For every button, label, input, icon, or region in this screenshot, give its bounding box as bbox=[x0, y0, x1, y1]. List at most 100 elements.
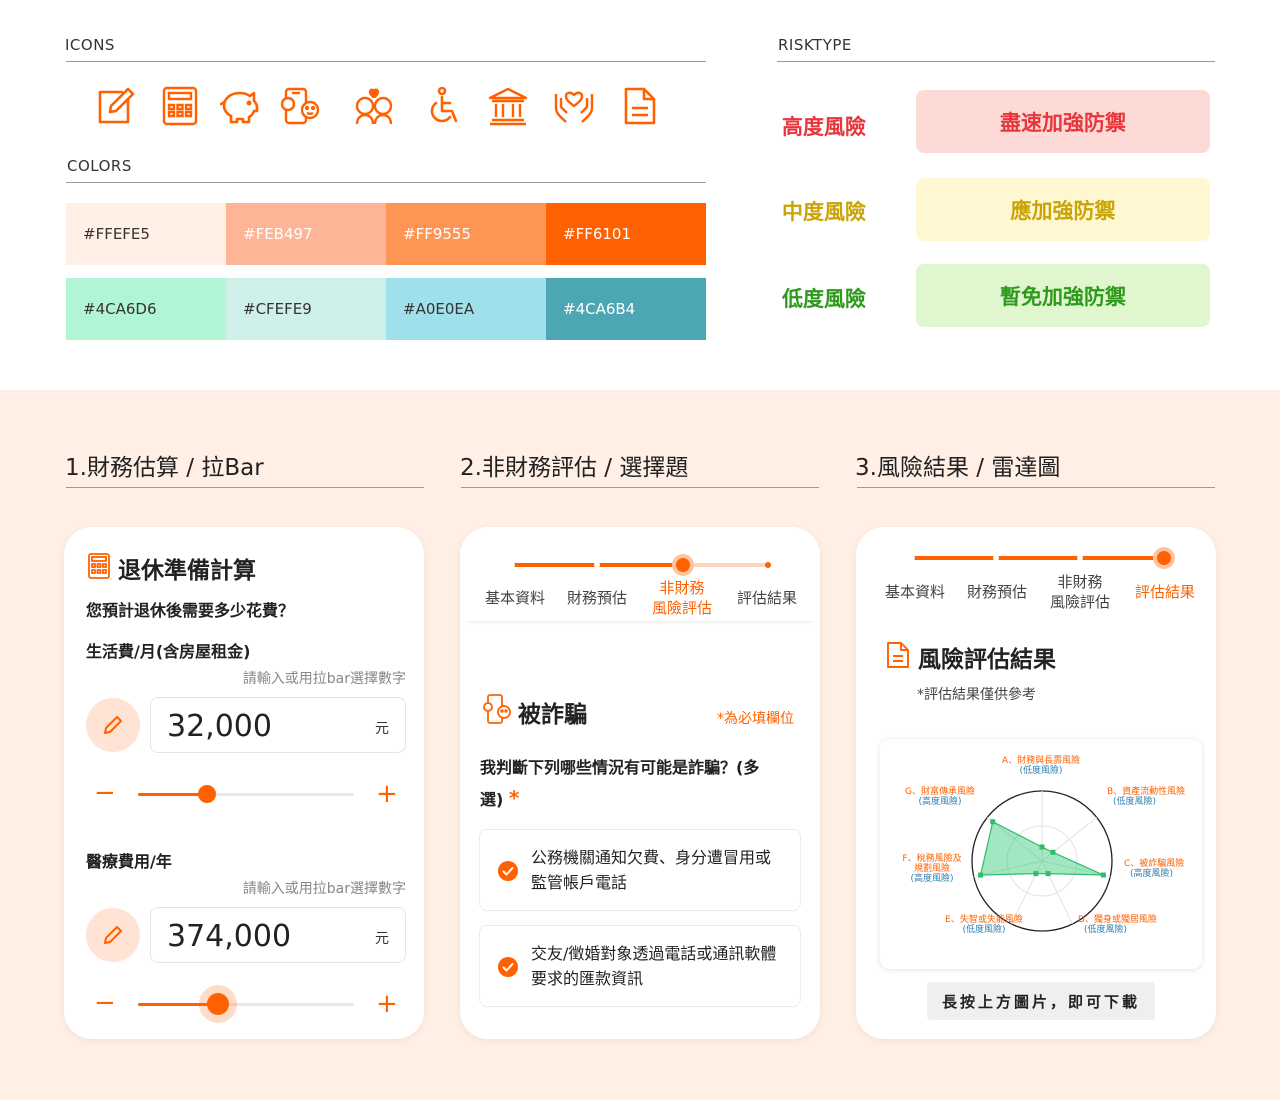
input-hint: 請輸入或用拉bar選擇數字 bbox=[242, 881, 406, 897]
living-cost-label: 生活費/月(含房屋租金) bbox=[86, 642, 251, 661]
radar-axis-label: C、被詐騙風險 bbox=[1124, 857, 1184, 869]
question-text: 您預計退休後需要多少花費？ bbox=[86, 601, 295, 620]
tab-financial[interactable]: 財務預估 bbox=[562, 588, 632, 608]
tab-result[interactable]: 評估結果 bbox=[732, 588, 802, 608]
radar-point bbox=[978, 872, 984, 878]
swatch-a0e0ea: #A0E0EA bbox=[386, 278, 546, 340]
icon-row bbox=[92, 84, 672, 132]
bank-icon bbox=[486, 84, 530, 128]
disclaimer-note: *評估結果僅供參考 bbox=[917, 687, 1036, 703]
medical-cost-input[interactable]: 374,000 元 bbox=[150, 907, 406, 963]
option-item[interactable]: 公務機關通知欠費、身分遭冒用或監管帳戶電話 bbox=[479, 829, 801, 911]
living-cost-value: 32,000 bbox=[167, 709, 272, 744]
radar-chart: A、財務與長壽風險(低度風險)B、資產流動性風險(低度風險)C、被詐騙風險(高度… bbox=[902, 754, 1185, 935]
icons-heading: ICONS bbox=[65, 36, 115, 54]
radar-axis-label: G、財富傳承風險 bbox=[905, 785, 975, 797]
card-title: 退休準備計算 bbox=[118, 558, 256, 584]
radar-axis-label: E、失智或失能風險 bbox=[945, 913, 1023, 925]
progress-bar bbox=[509, 558, 771, 572]
step3-title: 3.風險結果 / 雷達圖 bbox=[855, 455, 1061, 481]
radar-level-label: (低度風險) bbox=[962, 923, 1005, 935]
divider bbox=[857, 487, 1215, 488]
radar-level-label: (低度風險) bbox=[1113, 795, 1156, 807]
medical-cost-value: 374,000 bbox=[167, 919, 292, 954]
risktype-heading: RISKTYPE bbox=[778, 36, 852, 54]
piggy-bank-icon bbox=[216, 84, 260, 128]
required-star: * bbox=[508, 786, 520, 810]
tab-non-financial[interactable]: 非財務 風險評估 bbox=[1038, 572, 1122, 612]
living-cost-input[interactable]: 32,000 元 bbox=[150, 697, 406, 753]
risk-high-label: 高度風險 bbox=[782, 115, 866, 139]
download-hint-button[interactable]: 長按上方圖片，即可下載 bbox=[927, 982, 1155, 1020]
radar-point bbox=[1050, 849, 1056, 855]
tab-non-financial[interactable]: 非財務 風險評估 bbox=[640, 578, 724, 618]
radar-axis-label: 規劃風險 bbox=[914, 862, 950, 874]
progress-dot bbox=[594, 562, 601, 568]
swatch-ff6101: #FF6101 bbox=[546, 203, 706, 265]
radar-axis-label: A、財務與長壽風險 bbox=[1002, 754, 1080, 766]
increase-button[interactable]: + bbox=[376, 991, 398, 1017]
progress-bar bbox=[909, 551, 1171, 565]
unit-label: 元 bbox=[375, 721, 389, 737]
tab-financial[interactable]: 財務預估 bbox=[962, 582, 1032, 602]
option-item[interactable]: 交友/徵婚對象透過電話或通訊軟體要求的匯款資訊 bbox=[479, 925, 801, 1007]
radar-level-label: (高度風險) bbox=[910, 872, 953, 884]
divider bbox=[66, 182, 706, 183]
slider-thumb[interactable] bbox=[206, 993, 229, 1015]
medical-cost-slider[interactable] bbox=[138, 993, 354, 1015]
edit-icon bbox=[92, 84, 136, 128]
risk-low-label: 低度風險 bbox=[782, 287, 866, 311]
family-icon bbox=[352, 84, 396, 128]
divider bbox=[777, 61, 1215, 62]
tab-result[interactable]: 評估結果 bbox=[1130, 582, 1200, 602]
risk-result-card: 基本資料 財務預估 非財務 風險評估 評估結果 風險評估結果 *評估結果僅供參考… bbox=[856, 527, 1216, 1039]
divider bbox=[66, 61, 706, 62]
swatch-cfefe9: #CFEFE9 bbox=[226, 278, 386, 340]
progress-fill bbox=[912, 556, 1164, 560]
progress-current bbox=[675, 558, 690, 572]
radar-point bbox=[1045, 871, 1051, 877]
slider-fill bbox=[138, 793, 208, 796]
radar-axis-label: B、資產流動性風險 bbox=[1107, 785, 1185, 797]
edit-button[interactable] bbox=[86, 698, 140, 752]
question-text: 我判斷下列哪些情況有可能是詐騙？(多選) * bbox=[480, 752, 780, 815]
decrease-button[interactable]: − bbox=[94, 990, 116, 1016]
tab-divider bbox=[468, 621, 812, 625]
wheelchair-icon bbox=[422, 84, 466, 128]
step2-title: 2.非財務評估 / 選擇題 bbox=[460, 455, 689, 481]
decrease-button[interactable]: − bbox=[94, 780, 116, 806]
non-financial-card: 基本資料 財務預估 非財務 風險評估 評估結果 被詐騙 *為必填欄位 我判斷下列… bbox=[460, 527, 820, 1039]
progress-current bbox=[1157, 551, 1171, 565]
step1-title: 1.財務估算 / 拉Bar bbox=[65, 455, 264, 481]
checkbox-checked[interactable] bbox=[498, 861, 518, 881]
section-title: 被詐騙 bbox=[518, 702, 587, 728]
risk-high-badge: 盡速加強防禦 bbox=[916, 90, 1210, 153]
calculator-icon bbox=[158, 84, 202, 128]
risk-medium-label: 中度風險 bbox=[782, 200, 866, 224]
calculator-icon bbox=[88, 553, 110, 579]
edit-button[interactable] bbox=[86, 908, 140, 962]
slider-fill bbox=[138, 1003, 218, 1006]
result-title: 風險評估結果 bbox=[918, 647, 1056, 673]
increase-button[interactable]: + bbox=[376, 781, 398, 807]
option-label: 公務機關通知欠費、身分遭冒用或監管帳戶電話 bbox=[531, 848, 772, 892]
teal-palette: #4CA6D6 #CFEFE9 #A0E0EA #4CA6B4 bbox=[66, 278, 706, 340]
swatch-ff9555: #FF9555 bbox=[386, 203, 546, 265]
slider-thumb[interactable] bbox=[198, 785, 217, 803]
hand-heart-icon bbox=[552, 84, 596, 128]
living-cost-slider[interactable] bbox=[138, 785, 354, 803]
option-label: 交友/徵婚對象透過電話或通訊軟體要求的匯款資訊 bbox=[531, 944, 777, 988]
progress-dot bbox=[992, 555, 999, 561]
radar-point bbox=[1100, 872, 1106, 878]
checkbox-checked[interactable] bbox=[498, 957, 518, 977]
phone-scam-icon bbox=[482, 693, 512, 727]
radar-level-label: (低度風險) bbox=[1084, 923, 1127, 935]
retirement-calc-card: 退休準備計算 您預計退休後需要多少花費？ 生活費/月(含房屋租金) 請輸入或用拉… bbox=[64, 527, 424, 1039]
tab-basic-info[interactable]: 基本資料 bbox=[480, 588, 550, 608]
radar-chart-panel: A、財務與長壽風險 (低度風險) B、資產流動性風險 (低度風險) C、被詐騙風險 (高度… bbox=[880, 739, 1202, 969]
style-guide-section: ICONS COLORS #FFEFE5 #FEB497 #FF9555 #FF… bbox=[0, 0, 1280, 390]
input-hint: 請輸入或用拉bar選擇數字 bbox=[242, 671, 406, 687]
tab-basic-info[interactable]: 基本資料 bbox=[880, 582, 950, 602]
radar-level-label: (高度風險) bbox=[1130, 867, 1173, 879]
radar-level-label: (低度風險) bbox=[1019, 764, 1062, 776]
